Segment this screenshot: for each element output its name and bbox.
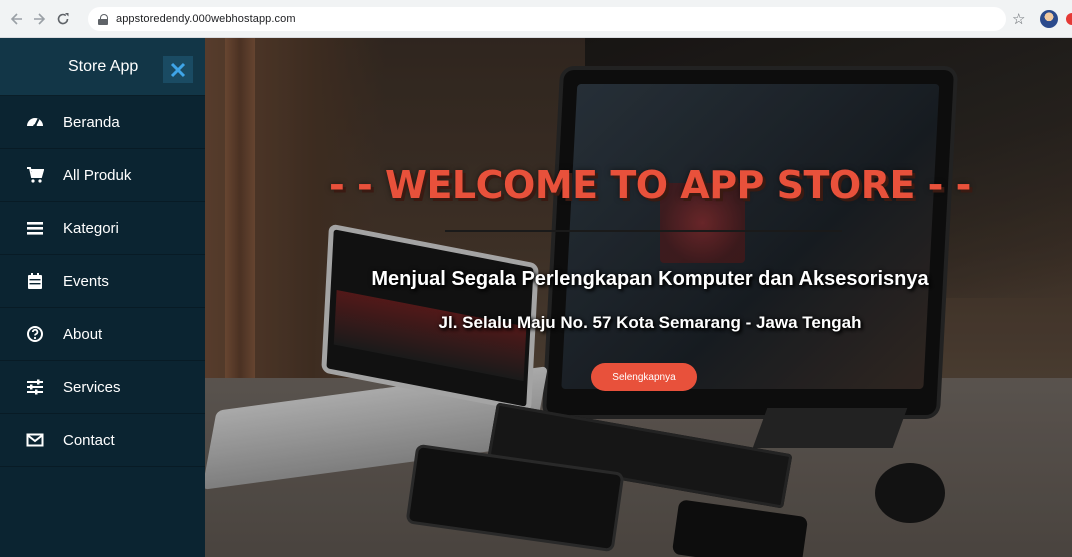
selengkapnya-button[interactable]: Selengkapnya [591,363,697,391]
hero-title: - - WELCOME TO APP STORE - - [329,163,971,207]
reload-icon[interactable] [52,8,74,30]
sidebar-item-about[interactable]: About [0,308,205,361]
sidebar-item-label: Events [63,272,109,290]
sidebar-item-events[interactable]: Events [0,255,205,308]
sliders-icon [25,377,45,397]
sidebar-item-label: Kategori [63,219,119,237]
forward-arrow-icon[interactable] [28,8,50,30]
brand-title: Store App [68,57,139,75]
sidebar-item-label: All Produk [63,166,132,184]
sidebar-item-contact[interactable]: Contact [0,414,205,467]
hero-subtitle: Menjual Segala Perlengkapan Komputer dan… [371,268,929,290]
calendar-icon [25,271,45,291]
extension-icon[interactable] [1066,13,1072,25]
sidebar-item-label: Beranda [63,113,120,131]
back-arrow-icon[interactable] [6,8,28,30]
profile-avatar[interactable] [1040,10,1058,28]
sidebar-item-kategori[interactable]: Kategori [0,202,205,255]
question-circle-icon [25,324,45,344]
sidebar-item-label: About [63,325,103,343]
lock-icon [98,13,108,25]
sidebar-item-services[interactable]: Services [0,361,205,414]
sidebar-item-label: Contact [63,431,115,449]
shopping-cart-icon [25,165,45,185]
hero-section: - - WELCOME TO APP STORE - - Menjual Seg… [205,38,1072,557]
hero-address: Jl. Selalu Maju No. 57 Kota Semarang - J… [438,313,862,332]
envelope-icon [25,430,45,450]
url-text: appstoredendy.000webhostapp.com [116,13,296,25]
list-icon [25,218,45,238]
close-icon[interactable] [163,56,193,83]
bookmark-star-icon[interactable]: ☆ [1012,10,1025,28]
sidebar-brand: Store App [0,38,205,96]
browser-toolbar: appstoredendy.000webhostapp.com ☆ [0,0,1072,38]
address-bar[interactable]: appstoredendy.000webhostapp.com [88,7,1006,31]
dashboard-icon [25,112,45,132]
sidebar: Store App Beranda All Produk Kategori Ev… [0,38,205,557]
sidebar-item-all-produk[interactable]: All Produk [0,149,205,202]
sidebar-item-beranda[interactable]: Beranda [0,96,205,149]
sidebar-item-label: Services [63,378,121,396]
hero-divider [445,230,842,232]
